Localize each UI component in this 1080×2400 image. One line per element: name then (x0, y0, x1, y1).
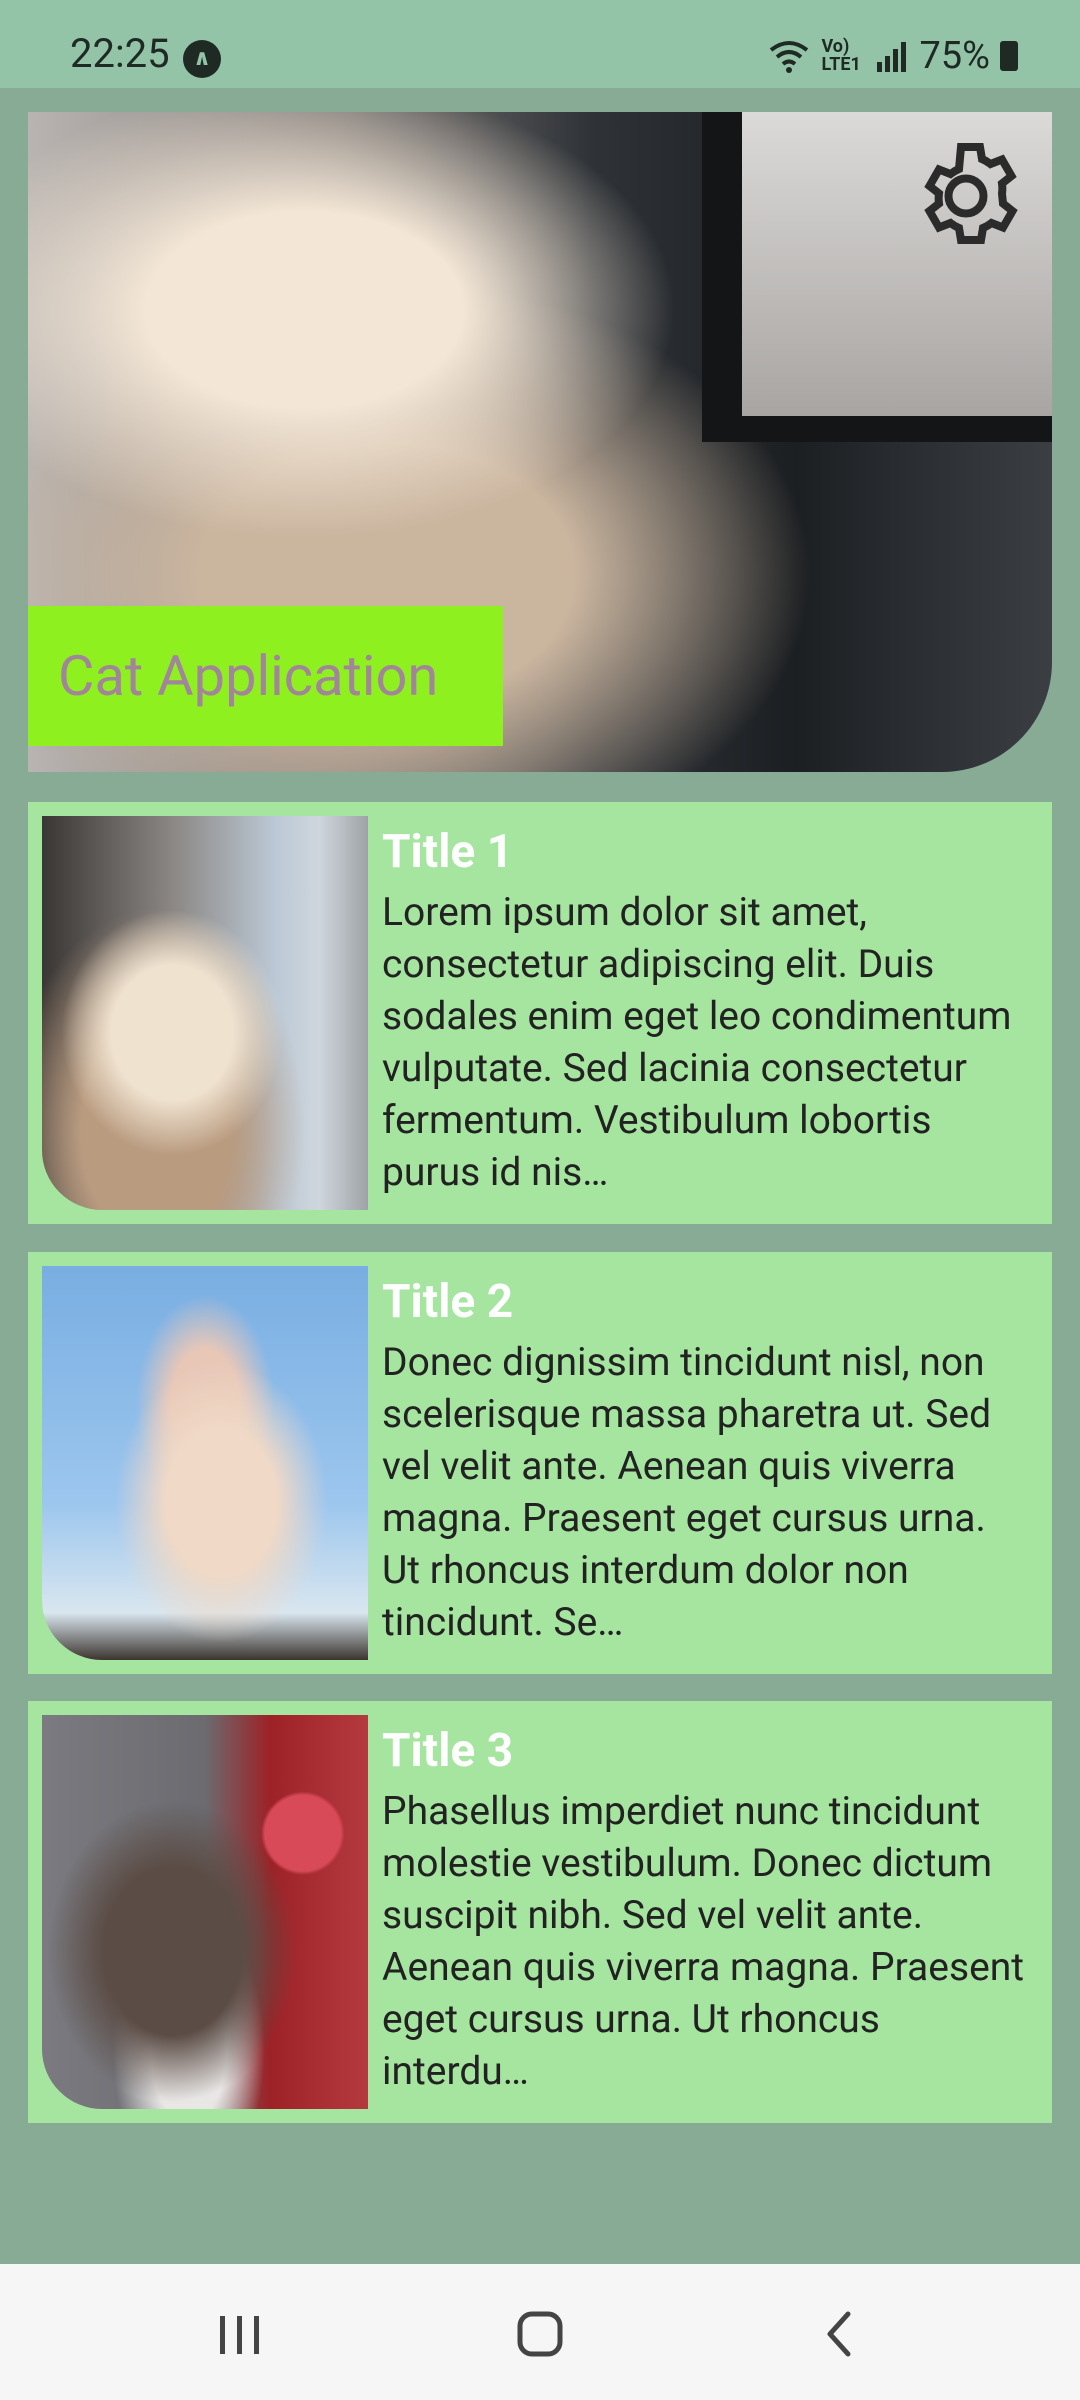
gear-icon (924, 143, 1018, 244)
navigation-notification-icon: ∧ (183, 40, 221, 78)
battery-icon (1000, 41, 1018, 71)
system-indicators: Vo) LTE1 75% (767, 34, 1018, 78)
back-button[interactable] (800, 2294, 880, 2374)
back-icon (827, 2311, 851, 2357)
battery-percentage: 75% (919, 34, 990, 78)
hero-cat-image: Cat Application (28, 112, 1052, 772)
system-navigation-bar (0, 2264, 1080, 2400)
settings-button[interactable] (906, 136, 1026, 256)
cat-thumbnail (42, 1715, 368, 2109)
signal-icon (877, 42, 907, 72)
app-title: Cat Application (58, 643, 439, 709)
volte-indicator: Vo) LTE1 (821, 36, 861, 75)
card-body: Donec dignissim tincidunt nisl, non scel… (382, 1339, 992, 1645)
cat-card-2[interactable]: Title 2 Donec dignissim tincidunt nisl, … (28, 1252, 1052, 1674)
home-button[interactable] (500, 2294, 580, 2374)
home-icon (517, 2311, 563, 2357)
recents-icon (220, 2316, 259, 2354)
card-title: Title 1 (382, 825, 514, 879)
card-title: Title 2 (382, 1275, 514, 1329)
card-title: Title 3 (382, 1724, 514, 1778)
status-bar: 22:25 ∧ Vo) LTE1 75% (0, 0, 1080, 88)
card-body: Phasellus imperdiet nunc tincidunt moles… (382, 1788, 1025, 2094)
cat-card-3[interactable]: Title 3 Phasellus imperdiet nunc tincidu… (28, 1701, 1052, 2123)
cat-card-1[interactable]: Title 1 Lorem ipsum dolor sit amet, cons… (28, 802, 1052, 1224)
recents-button[interactable] (200, 2294, 280, 2374)
cat-thumbnail (42, 1266, 368, 1660)
cat-thumbnail (42, 816, 368, 1210)
card-body: Lorem ipsum dolor sit amet, consectetur … (382, 889, 1012, 1195)
status-time: 22:25 (70, 30, 170, 77)
app-title-banner: Cat Application (28, 606, 503, 746)
wifi-icon (770, 41, 809, 73)
